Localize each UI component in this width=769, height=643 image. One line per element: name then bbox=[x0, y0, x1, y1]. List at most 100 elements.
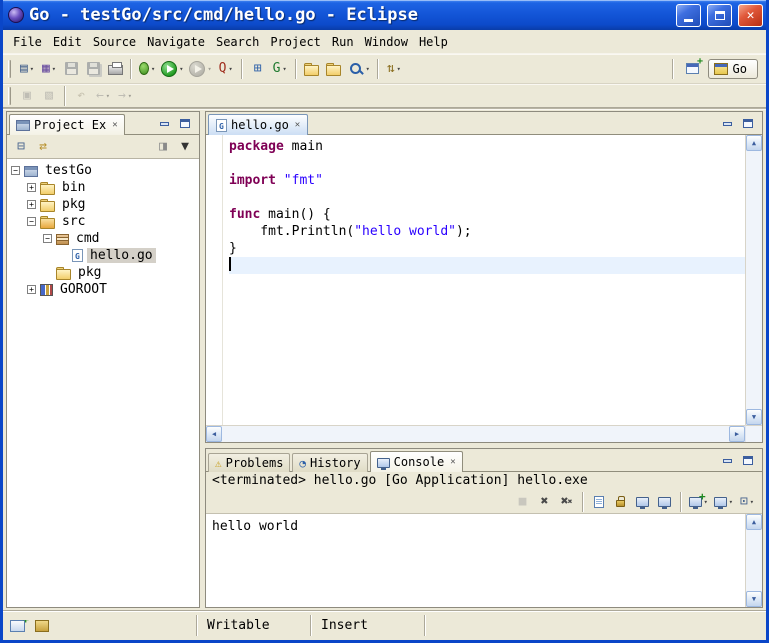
menu-window[interactable]: Window bbox=[360, 32, 413, 52]
close-tab-icon[interactable] bbox=[295, 120, 300, 130]
remove-launch-button[interactable]: ✖ bbox=[534, 490, 556, 513]
minimize-view-button[interactable] bbox=[718, 116, 736, 131]
go-perspective-button[interactable]: Go bbox=[708, 59, 758, 79]
scroll-up-button[interactable] bbox=[746, 514, 762, 530]
save-all-button[interactable] bbox=[82, 57, 104, 80]
maximize-button[interactable] bbox=[707, 4, 732, 27]
scroll-down-button[interactable] bbox=[746, 409, 762, 425]
collapse-all-button[interactable]: ⊟ bbox=[10, 135, 32, 158]
tree-item-goroot[interactable]: +GOROOT bbox=[7, 281, 199, 298]
view-menu-button[interactable]: ▼ bbox=[174, 135, 196, 158]
scrollbar-track[interactable] bbox=[746, 530, 762, 591]
maximize-view-button[interactable] bbox=[176, 116, 194, 131]
tree-item-pkg[interactable]: pkg bbox=[7, 264, 199, 281]
tree-item-hello-go[interactable]: hello.go bbox=[7, 247, 199, 264]
code-line[interactable]: package main bbox=[229, 138, 745, 155]
open-console-button[interactable]: ▾ bbox=[686, 490, 711, 513]
close-tab-icon[interactable] bbox=[112, 120, 117, 130]
tree-item-pkg[interactable]: +pkg bbox=[7, 196, 199, 213]
scroll-down-button[interactable] bbox=[746, 591, 762, 607]
remove-all-launches-button[interactable]: ✖✖ bbox=[556, 490, 578, 513]
scroll-lock-button[interactable] bbox=[610, 490, 632, 513]
expand-toggle-icon[interactable]: + bbox=[27, 200, 36, 209]
show-annotations-button[interactable]: ▧ bbox=[38, 84, 60, 107]
minimize-view-button[interactable] bbox=[155, 116, 173, 131]
collapse-toggle-icon[interactable]: − bbox=[27, 217, 36, 226]
collapse-toggle-icon[interactable]: − bbox=[11, 166, 20, 175]
filters-button[interactable]: ◨ bbox=[152, 135, 174, 158]
menu-run[interactable]: Run bbox=[327, 32, 359, 52]
annotation-ruler[interactable] bbox=[206, 135, 223, 425]
search-button[interactable]: ▾ bbox=[345, 57, 373, 80]
open-resource-button[interactable] bbox=[301, 57, 323, 80]
tree-item-src[interactable]: −src bbox=[7, 213, 199, 230]
menu-edit[interactable]: Edit bbox=[48, 32, 87, 52]
menu-source[interactable]: Source bbox=[88, 32, 141, 52]
tree-item-cmd[interactable]: −cmd bbox=[7, 230, 199, 247]
close-tab-icon[interactable] bbox=[450, 457, 455, 467]
run-button[interactable]: ▾ bbox=[158, 57, 186, 80]
collapse-toggle-icon[interactable]: − bbox=[43, 234, 52, 243]
external-tools-button[interactable]: Q▾ bbox=[215, 57, 237, 80]
code-line[interactable] bbox=[229, 155, 745, 172]
menu-project[interactable]: Project bbox=[265, 32, 326, 52]
console-menu-button[interactable]: ⊡▾ bbox=[736, 490, 758, 513]
code-line[interactable]: } bbox=[229, 240, 745, 257]
new-go-element-button[interactable]: ▦▾ bbox=[38, 57, 60, 80]
code-line[interactable]: import "fmt" bbox=[229, 172, 745, 189]
editor-tab-hello-go[interactable]: hello.go bbox=[208, 114, 308, 135]
console-vertical-scrollbar[interactable] bbox=[745, 514, 762, 607]
tree-item-bin[interactable]: +bin bbox=[7, 179, 199, 196]
title-bar[interactable]: Go - testGo/src/cmd/hello.go - Eclipse ✕ bbox=[3, 0, 766, 30]
show-stderr-button[interactable] bbox=[654, 490, 676, 513]
close-button[interactable]: ✕ bbox=[738, 4, 763, 27]
terminate-button[interactable]: ■ bbox=[512, 490, 534, 513]
history-tab[interactable]: ◔ History bbox=[292, 453, 367, 472]
profile-button[interactable]: ▾ bbox=[186, 57, 214, 80]
forward-button[interactable]: →▾ bbox=[114, 84, 136, 107]
link-with-editor-button[interactable]: ⇄ bbox=[32, 135, 54, 158]
print-button[interactable] bbox=[104, 57, 126, 80]
minimize-view-button[interactable] bbox=[718, 453, 736, 468]
scroll-left-button[interactable] bbox=[206, 426, 222, 442]
code-line[interactable]: fmt.Println("hello world"); bbox=[229, 223, 745, 240]
scroll-right-button[interactable] bbox=[729, 426, 745, 442]
code-editor[interactable]: package main import "fmt" func main() { fm… bbox=[223, 135, 745, 425]
show-stdout-button[interactable] bbox=[632, 490, 654, 513]
debug-button[interactable]: ▾ bbox=[136, 57, 158, 80]
code-line[interactable] bbox=[229, 189, 745, 206]
go-new-app-button[interactable]: ⊞ bbox=[247, 57, 269, 80]
editor-vertical-scrollbar[interactable] bbox=[745, 135, 762, 425]
save-button[interactable] bbox=[60, 57, 82, 80]
problems-tab[interactable]: ⚠ Problems bbox=[208, 453, 290, 472]
open-perspective-button[interactable] bbox=[682, 57, 704, 80]
code-line[interactable] bbox=[229, 257, 745, 274]
maximize-view-button[interactable] bbox=[739, 453, 757, 468]
back-button[interactable]: ←▾ bbox=[92, 84, 114, 107]
menu-search[interactable]: Search bbox=[211, 32, 264, 52]
expand-toggle-icon[interactable]: + bbox=[27, 285, 36, 294]
minimize-button[interactable] bbox=[676, 4, 701, 27]
scrollbar-track[interactable] bbox=[746, 151, 762, 409]
fast-view-icon[interactable] bbox=[10, 620, 25, 632]
console-output[interactable]: hello world bbox=[206, 514, 745, 607]
open-package-button[interactable] bbox=[323, 57, 345, 80]
editor-horizontal-scrollbar[interactable] bbox=[206, 425, 745, 442]
project-explorer-tab[interactable]: Project Ex bbox=[9, 114, 125, 135]
console-tab[interactable]: Console bbox=[370, 451, 463, 472]
display-console-button[interactable]: ▾ bbox=[711, 490, 736, 513]
clear-console-button[interactable] bbox=[588, 490, 610, 513]
expand-toggle-icon[interactable]: + bbox=[27, 183, 36, 192]
maximize-view-button[interactable] bbox=[739, 116, 757, 131]
pin-editor-button[interactable]: ▣ bbox=[16, 84, 38, 107]
toolbar-grip[interactable] bbox=[8, 87, 11, 105]
tree-item-testgo[interactable]: −testGo bbox=[7, 162, 199, 179]
scroll-up-button[interactable] bbox=[746, 135, 762, 151]
new-button[interactable]: ▤▾ bbox=[16, 57, 38, 80]
go-tools-button[interactable]: G▾ bbox=[269, 57, 291, 80]
menu-file[interactable]: File bbox=[8, 32, 47, 52]
menu-help[interactable]: Help bbox=[414, 32, 453, 52]
team-sync-button[interactable]: ⇅▾ bbox=[383, 57, 405, 80]
code-line[interactable]: func main() { bbox=[229, 206, 745, 223]
last-edit-location-button[interactable]: ↶ bbox=[70, 84, 92, 107]
